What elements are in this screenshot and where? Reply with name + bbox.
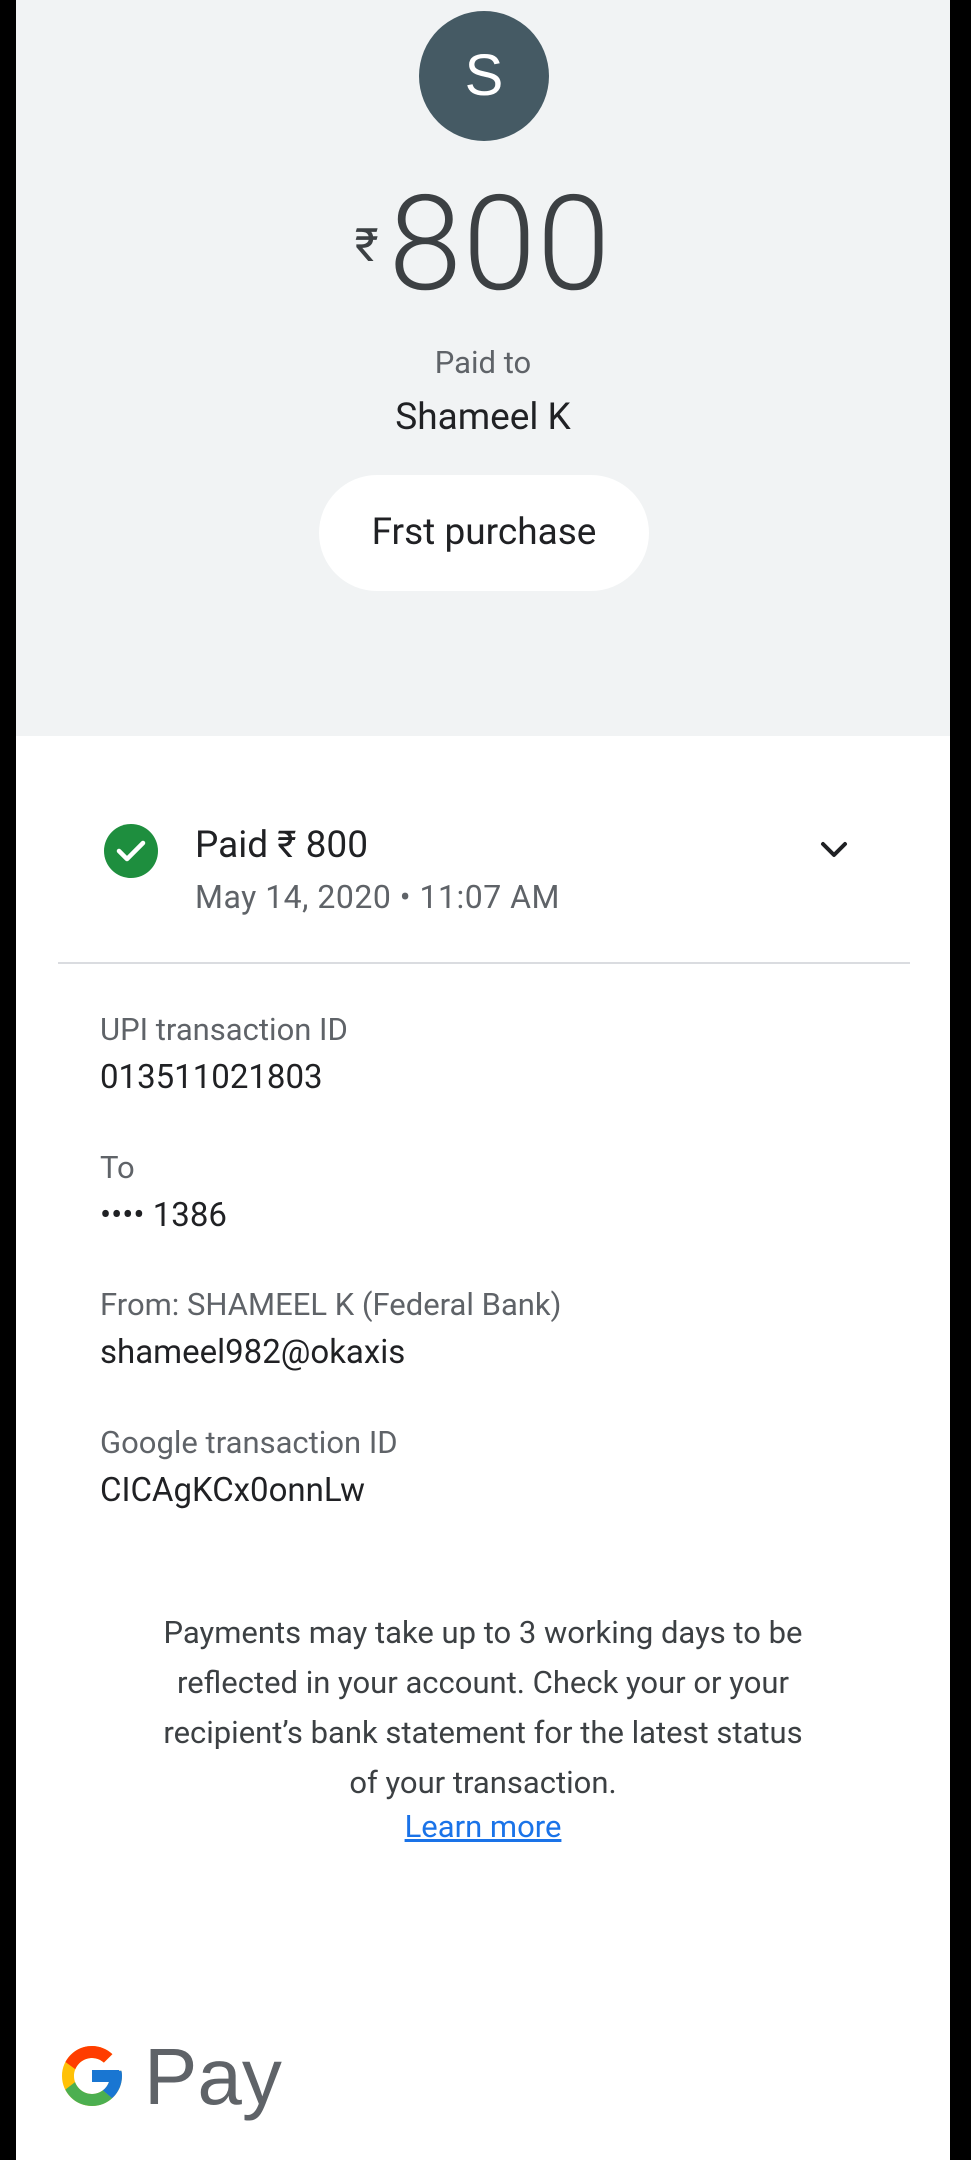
disclaimer-text: Payments may take up to 3 working days t… bbox=[163, 1614, 803, 1801]
check-circle-icon bbox=[104, 824, 158, 878]
payment-note-chip: Frst purchase bbox=[319, 475, 649, 591]
status-datetime: May 14, 2020 • 11:07 AM bbox=[195, 878, 560, 916]
google-g-logo bbox=[62, 2046, 122, 2106]
upi-transaction-id-label: UPI transaction ID bbox=[100, 1011, 348, 1048]
paid-to-label: Paid to bbox=[434, 344, 532, 381]
learn-more-link[interactable]: Learn more bbox=[16, 1808, 950, 1845]
google-transaction-id-value[interactable]: CICAgKCx0onnLw bbox=[100, 1469, 398, 1513]
from-account: From: SHAMEEL K (Federal Bank) shameel98… bbox=[100, 1285, 561, 1375]
amount-display: ₹800 bbox=[16, 175, 950, 315]
payment-header: S ₹800 Paid to Shameel K Frst purchase bbox=[16, 0, 950, 736]
chevron-down-icon[interactable] bbox=[812, 828, 856, 872]
to-account: To •••• 1386 bbox=[100, 1148, 227, 1238]
google-transaction-id: Google transaction ID CICAgKCx0onnLw bbox=[100, 1423, 398, 1513]
currency-symbol: ₹ bbox=[354, 219, 379, 273]
to-account-value: •••• 1386 bbox=[100, 1196, 227, 1235]
payment-status-row[interactable]: Paid ₹ 800 May 14, 2020 • 11:07 AM bbox=[16, 810, 950, 930]
payee-avatar: S bbox=[419, 11, 549, 141]
from-label: From: SHAMEEL K (Federal Bank) bbox=[100, 1286, 562, 1323]
to-label: To bbox=[100, 1149, 135, 1186]
from-upi-id[interactable]: shameel982@okaxis bbox=[100, 1331, 561, 1375]
upi-transaction-id-value[interactable]: 013511021803 bbox=[100, 1056, 348, 1100]
google-transaction-id-label: Google transaction ID bbox=[100, 1424, 398, 1461]
brand-name: Pay bbox=[144, 2032, 282, 2121]
payee-name: Shameel K bbox=[395, 396, 571, 439]
divider bbox=[58, 962, 910, 964]
transaction-details-screen: S ₹800 Paid to Shameel K Frst purchase P… bbox=[16, 0, 950, 2160]
upi-transaction-id: UPI transaction ID 013511021803 bbox=[100, 1010, 348, 1100]
status-title: Paid ₹ 800 bbox=[195, 824, 369, 867]
amount-value: 800 bbox=[388, 168, 612, 322]
